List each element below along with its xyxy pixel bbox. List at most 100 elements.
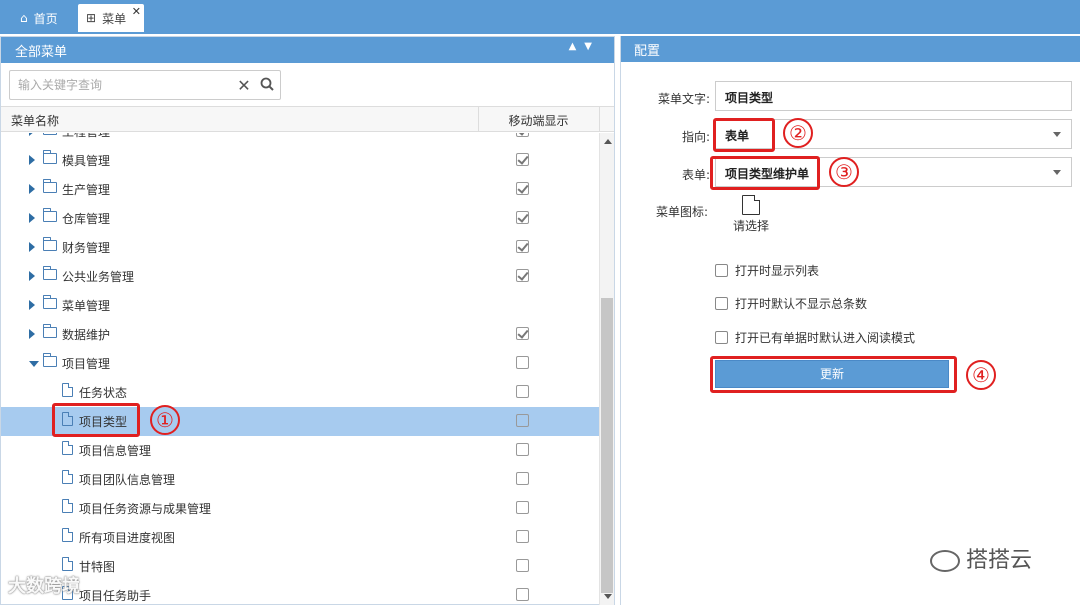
file-icon: [62, 470, 73, 484]
mobile-display-checkbox[interactable]: [516, 530, 529, 543]
option-hide-total[interactable]: 打开时默认不显示总条数: [715, 295, 867, 312]
tree-row[interactable]: 菜单管理: [1, 291, 599, 320]
all-menu-panel: 全部菜单 ▲▼ ✕ 菜单名称 移动端显示 工程管理模具管理生产管理仓库管理财务管…: [0, 36, 615, 605]
tree-row-partial[interactable]: 工程管理: [1, 133, 599, 146]
mobile-display-checkbox[interactable]: [516, 133, 529, 137]
annotation-number-2: ②: [783, 118, 813, 148]
scroll-up-icon[interactable]: [604, 139, 612, 144]
expand-arrow-icon[interactable]: [29, 213, 35, 223]
clear-icon[interactable]: ✕: [234, 76, 254, 95]
point-label: 指向:: [681, 130, 710, 144]
home-icon: ⌂: [20, 11, 28, 25]
checkbox[interactable]: [715, 331, 728, 344]
expand-arrow-icon[interactable]: [29, 329, 35, 339]
folder-open-icon: [43, 353, 57, 367]
checkbox[interactable]: [715, 297, 728, 310]
search-icon[interactable]: [254, 77, 280, 94]
tree-row[interactable]: 数据维护: [1, 320, 599, 349]
tree-row-label: 财务管理: [62, 241, 111, 255]
tree-row[interactable]: 项目任务助手: [1, 581, 599, 605]
annotation-box-4: [710, 356, 957, 393]
tree-row-label: 公共业务管理: [62, 270, 135, 284]
menu-text-value: 项目类型: [725, 91, 774, 105]
annotation-number-1: ①: [150, 405, 180, 435]
collapse-arrow-icon[interactable]: [29, 361, 39, 367]
tree-row[interactable]: 甘特图: [1, 552, 599, 581]
tree-row[interactable]: 项目团队信息管理: [1, 465, 599, 494]
annotation-box-3: [710, 156, 820, 190]
top-tab-bar: ⌂ 首页 ⊞ 菜单 ✕: [0, 0, 1080, 34]
option-label: 打开已有单据时默认进入阅读模式: [735, 331, 916, 345]
tree-row-label: 模具管理: [62, 154, 111, 168]
mobile-display-checkbox[interactable]: [516, 385, 529, 398]
checkbox[interactable]: [715, 264, 728, 277]
scroll-thumb[interactable]: [601, 298, 613, 593]
tree-row-label: 工程管理: [62, 133, 110, 140]
chevron-down-icon: [1053, 170, 1061, 175]
tab-close-icon[interactable]: ✕: [132, 5, 141, 18]
tab-home[interactable]: ⌂ 首页: [8, 4, 70, 32]
menu-icon-label: 菜单图标:: [655, 205, 708, 219]
option-show-list[interactable]: 打开时显示列表: [715, 262, 819, 279]
vertical-scrollbar[interactable]: [599, 133, 614, 605]
tree-row-label: 项目任务助手: [79, 589, 152, 603]
tree-row[interactable]: 公共业务管理: [1, 262, 599, 291]
panel-collapse-icons[interactable]: ▲▼: [569, 41, 600, 52]
chevron-down-icon: [1053, 132, 1061, 137]
tab-menu-label: 菜单: [102, 11, 127, 26]
folder-icon: [43, 266, 57, 280]
scroll-down-icon[interactable]: [604, 594, 612, 599]
tree-row[interactable]: 项目信息管理: [1, 436, 599, 465]
mobile-display-checkbox[interactable]: [516, 501, 529, 514]
file-icon[interactable]: [742, 195, 760, 215]
mobile-display-checkbox[interactable]: [516, 356, 529, 369]
tree-row-label: 生产管理: [62, 183, 111, 197]
mobile-display-checkbox[interactable]: [516, 269, 529, 282]
mobile-display-checkbox[interactable]: [516, 182, 529, 195]
expand-arrow-icon[interactable]: [29, 242, 35, 252]
tree-row[interactable]: 项目管理: [1, 349, 599, 378]
tree-row[interactable]: 仓库管理: [1, 204, 599, 233]
mobile-display-checkbox[interactable]: [516, 153, 529, 166]
wechat-icon: [930, 550, 960, 572]
tree-row-label: 项目团队信息管理: [79, 473, 176, 487]
watermark-right-label: 搭搭云: [966, 548, 1033, 573]
folder-icon: [43, 179, 57, 193]
tree-row[interactable]: 生产管理: [1, 175, 599, 204]
col-mobile-display: 移动端显示: [508, 114, 569, 128]
tree-row-label: 菜单管理: [62, 299, 111, 313]
grid-icon: ⊞: [86, 11, 97, 25]
config-header: 配置: [621, 36, 1080, 62]
mobile-display-checkbox[interactable]: [516, 588, 529, 601]
file-icon: [62, 557, 73, 571]
mobile-display-checkbox[interactable]: [516, 472, 529, 485]
expand-arrow-icon[interactable]: [29, 271, 35, 281]
mobile-display-checkbox[interactable]: [516, 211, 529, 224]
option-read-mode[interactable]: 打开已有单据时默认进入阅读模式: [715, 329, 915, 346]
tree-row-label: 数据维护: [62, 328, 111, 342]
file-icon: [62, 499, 73, 513]
expand-arrow-icon[interactable]: [29, 184, 35, 194]
menu-text-label: 菜单文字:: [657, 92, 710, 106]
mobile-display-checkbox[interactable]: [516, 240, 529, 253]
menu-tree: 工程管理模具管理生产管理仓库管理财务管理公共业务管理菜单管理数据维护项目管理任务…: [1, 133, 599, 605]
tree-row[interactable]: 所有项目进度视图: [1, 523, 599, 552]
tree-row[interactable]: 项目任务资源与成果管理: [1, 494, 599, 523]
mobile-display-checkbox[interactable]: [516, 327, 529, 340]
expand-arrow-icon[interactable]: [29, 155, 35, 165]
expand-arrow-icon[interactable]: [29, 300, 35, 310]
tree-row[interactable]: 财务管理: [1, 233, 599, 262]
tab-menu[interactable]: ⊞ 菜单 ✕: [78, 4, 144, 32]
tree-row[interactable]: 模具管理: [1, 146, 599, 175]
annotation-box-1: [52, 403, 140, 437]
config-title: 配置: [634, 43, 661, 59]
mobile-display-checkbox[interactable]: [516, 443, 529, 456]
mobile-display-checkbox[interactable]: [516, 414, 529, 427]
mobile-display-checkbox[interactable]: [516, 559, 529, 572]
tab-home-label: 首页: [33, 11, 58, 26]
icon-pick-label[interactable]: 请选择: [733, 217, 769, 234]
search-input[interactable]: [10, 72, 234, 98]
menu-text-field[interactable]: 项目类型: [715, 81, 1072, 111]
expand-arrow-icon[interactable]: [29, 133, 35, 136]
annotation-number-3: ③: [829, 157, 859, 187]
